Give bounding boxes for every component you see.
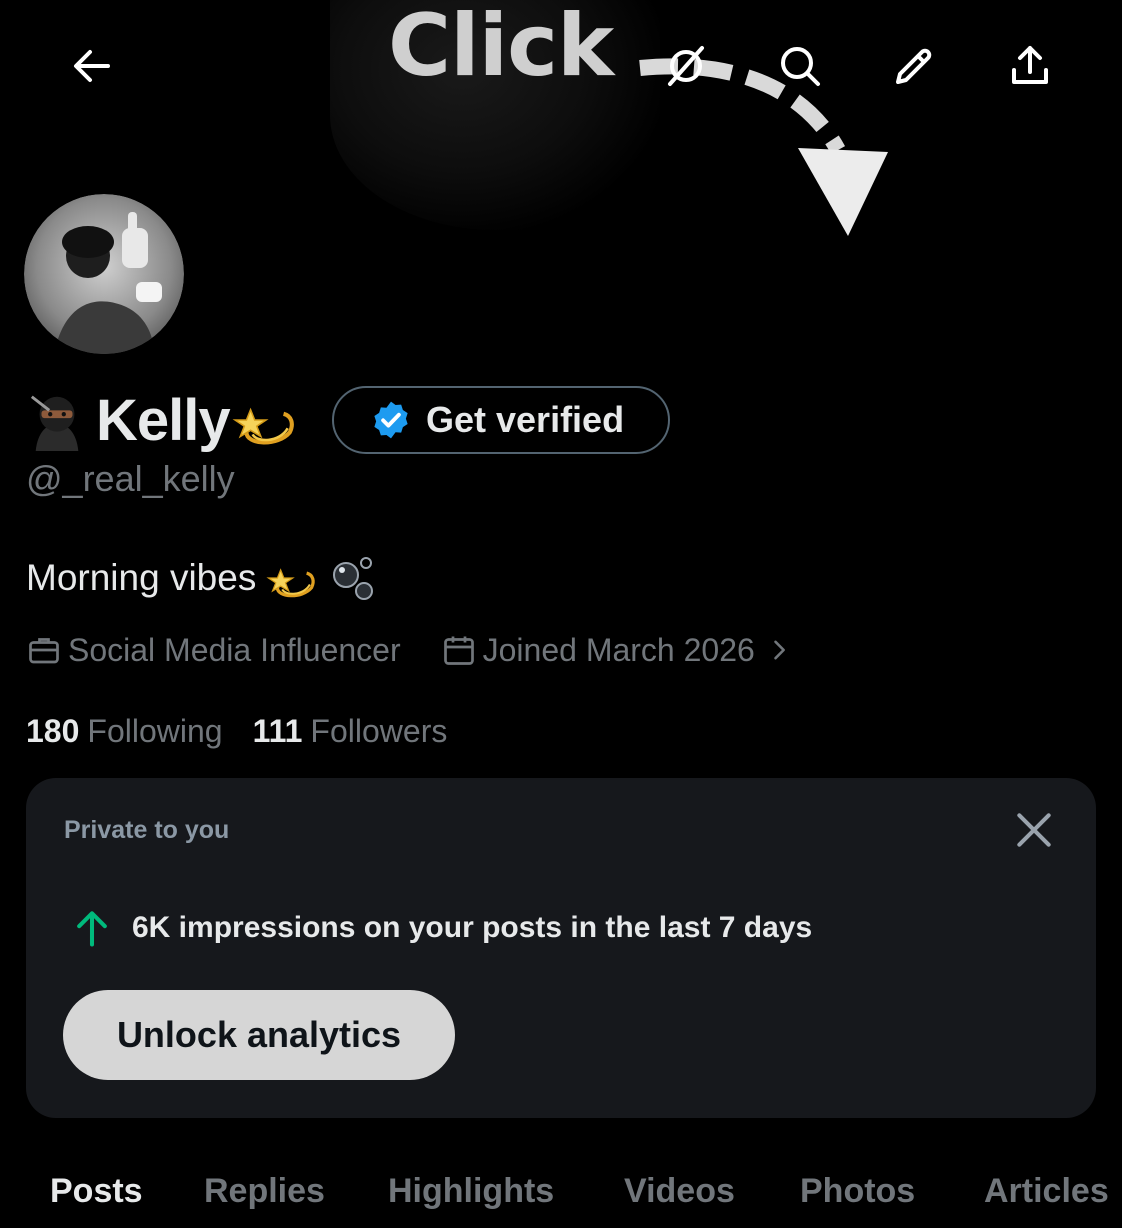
follow-stats: 180 Following 111 Followers	[26, 713, 447, 750]
profile-meta-row: Social Media Influencer Joined March 202…	[26, 628, 799, 672]
verified-badge-icon	[374, 401, 408, 439]
following-label: Following	[87, 713, 223, 749]
tab-posts[interactable]: Posts	[50, 1172, 143, 1211]
followers-count: 111	[252, 713, 303, 749]
joined-text: Joined March 2026	[482, 631, 755, 668]
followers-link[interactable]: 111 Followers	[253, 713, 448, 750]
occupation-text: Social Media Influencer	[68, 631, 401, 668]
followers-label: Followers	[310, 713, 448, 749]
share-button[interactable]	[998, 34, 1062, 98]
calendar-icon	[443, 636, 474, 665]
bubbles-emoji-icon	[333, 557, 374, 600]
unlock-analytics-label: Unlock analytics	[116, 1014, 402, 1055]
profile-name-row: Kelly	[26, 378, 298, 462]
display-name: Kelly	[96, 387, 231, 453]
arrow-left-icon	[74, 50, 110, 82]
following-link[interactable]: 180 Following	[26, 713, 223, 750]
tab-highlights[interactable]: Highlights	[388, 1172, 554, 1211]
profile-bio: Morning vibes	[26, 552, 378, 604]
tab-photos[interactable]: Photos	[800, 1172, 915, 1211]
arrow-up-icon	[77, 911, 107, 947]
avatar-photo	[24, 194, 184, 354]
banner-overlay-text: Click	[388, 0, 614, 96]
private-analytics-card: Private to you 6K impressions on your po…	[26, 778, 1096, 1118]
joined-item[interactable]: Joined March 2026	[441, 632, 799, 669]
edit-button[interactable]	[882, 34, 946, 98]
occupation-item: Social Media Influencer	[26, 632, 401, 669]
profile-tabs: Posts Replies Highlights Videos Photos A…	[0, 1168, 1122, 1228]
back-button[interactable]	[60, 34, 124, 98]
following-count: 180	[26, 713, 80, 749]
impressions-text: 6K impressions on your posts in the last…	[132, 911, 813, 944]
tab-replies[interactable]: Replies	[204, 1172, 325, 1211]
tab-videos[interactable]: Videos	[624, 1172, 735, 1211]
profile-handle: @_real_kelly	[26, 458, 235, 499]
search-button[interactable]	[768, 34, 832, 98]
close-icon[interactable]	[1012, 808, 1056, 852]
share-upload-icon	[1012, 46, 1048, 84]
briefcase-icon	[29, 638, 59, 664]
unlock-analytics-button[interactable]: Unlock analytics	[63, 990, 455, 1080]
slash-circle-icon	[668, 46, 704, 86]
get-verified-label: Get verified	[426, 399, 625, 440]
profile-banner[interactable]: Click	[0, 0, 1122, 250]
grok-button[interactable]	[654, 34, 718, 98]
get-verified-button[interactable]: Get verified	[332, 386, 670, 454]
bio-text: Morning vibes	[26, 557, 257, 598]
impressions-stat: 6K impressions on your posts in the last…	[70, 906, 812, 950]
pencil-icon	[896, 48, 932, 84]
search-icon	[781, 47, 820, 86]
chevron-right-icon	[774, 640, 785, 660]
avatar[interactable]	[24, 194, 184, 354]
dizzy-star-emoji-icon	[266, 568, 316, 598]
dizzy-star-emoji-icon	[232, 407, 294, 445]
tab-articles[interactable]: Articles	[984, 1172, 1109, 1211]
private-card-header: Private to you	[64, 816, 230, 844]
ninja-emoji-icon	[30, 395, 79, 451]
